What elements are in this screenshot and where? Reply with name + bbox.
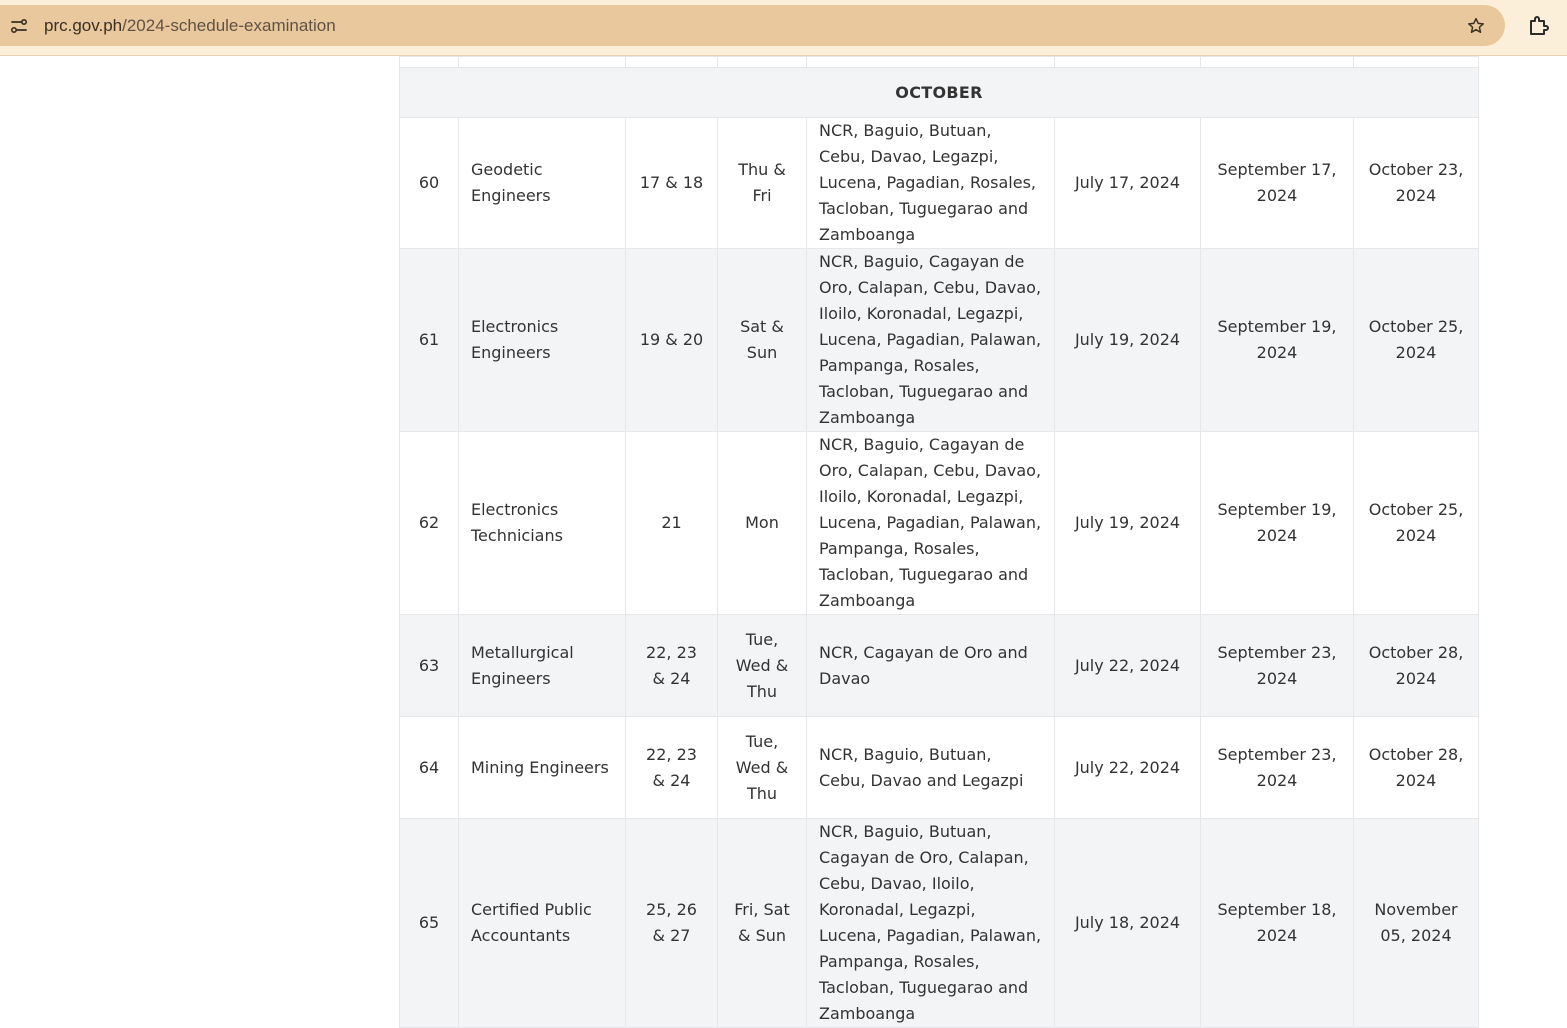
filing-deadline-cell: July 17, 2024	[1054, 117, 1201, 249]
profession-cell: Certified Public Accountants	[458, 818, 626, 1028]
results-release-cell: October 28, 2024	[1353, 614, 1479, 717]
row-number: 61	[399, 248, 459, 432]
exam-days-cell: Tue, Wed & Thu	[717, 716, 807, 819]
profession-cell: Metallurgical Engineers	[458, 614, 626, 717]
url-domain: prc.gov.ph	[44, 15, 123, 35]
row-number: 65	[399, 818, 459, 1028]
previous-row-tail	[399, 56, 1479, 68]
table-row: 64 Mining Engineers 22, 23 & 24 Tue, Wed & …	[399, 716, 1479, 819]
star-icon[interactable]	[1465, 15, 1487, 37]
filing-deadline-cell: July 22, 2024	[1054, 716, 1201, 819]
venues-cell: NCR, Cagayan de Oro and Davao	[806, 614, 1055, 717]
browser-toolbar: prc.gov.ph/2024-schedule-examination	[0, 0, 1567, 56]
address-bar[interactable]: prc.gov.ph/2024-schedule-examination	[0, 5, 1505, 46]
exam-dates-cell: 21	[625, 431, 718, 615]
month-label: OCTOBER	[399, 67, 1479, 118]
exam-days-cell: Thu & Fri	[717, 117, 807, 249]
deadline-cell: September 17, 2024	[1200, 117, 1354, 249]
table-row: 63 Metallurgical Engineers 22, 23 & 24 Tue,…	[399, 614, 1479, 717]
exam-days-cell: Tue, Wed & Thu	[717, 614, 807, 717]
profession-cell: Mining Engineers	[458, 716, 626, 819]
filing-deadline-cell: July 22, 2024	[1054, 614, 1201, 717]
tune-icon[interactable]	[9, 16, 29, 36]
row-number: 64	[399, 716, 459, 819]
profession-cell: Geodetic Engineers	[458, 117, 626, 249]
deadline-cell: September 23, 2024	[1200, 614, 1354, 717]
exam-dates-cell: 22, 23 & 24	[625, 614, 718, 717]
results-release-cell: October 25, 2024	[1353, 431, 1479, 615]
url-path: /2024-schedule-examination	[122, 15, 336, 35]
results-release-cell: October 23, 2024	[1353, 117, 1479, 249]
deadline-cell: September 23, 2024	[1200, 716, 1354, 819]
row-number: 62	[399, 431, 459, 615]
exam-dates-cell: 22, 23 & 24	[625, 716, 718, 819]
exam-dates-cell: 25, 26 & 27	[625, 818, 718, 1028]
exam-days-cell: Sat & Sun	[717, 248, 807, 432]
url-text[interactable]: prc.gov.ph/2024-schedule-examination	[44, 16, 336, 36]
profession-cell: Electronics Engineers	[458, 248, 626, 432]
results-release-cell: November 05, 2024	[1353, 818, 1479, 1028]
venues-cell: NCR, Baguio, Butuan, Cebu, Davao and Leg…	[806, 716, 1055, 819]
venues-cell: NCR, Baguio, Butuan, Cebu, Davao, Legazp…	[806, 117, 1055, 249]
table-row: 65 Certified Public Accountants 25, 26 & 2…	[399, 818, 1479, 1028]
row-number: 63	[399, 614, 459, 717]
filing-deadline-cell: July 19, 2024	[1054, 248, 1201, 432]
table-row: 60 Geodetic Engineers 17 & 18 Thu & Fri NCR,…	[399, 117, 1479, 249]
venues-cell: NCR, Baguio, Cagayan de Oro, Calapan, Ce…	[806, 248, 1055, 432]
exam-days-cell: Fri, Sat & Sun	[717, 818, 807, 1028]
exam-dates-cell: 19 & 20	[625, 248, 718, 432]
deadline-cell: September 18, 2024	[1200, 818, 1354, 1028]
filing-deadline-cell: July 19, 2024	[1054, 431, 1201, 615]
deadline-cell: September 19, 2024	[1200, 431, 1354, 615]
row-number: 60	[399, 117, 459, 249]
table-row: 62 Electronics Technicians 21 Mon NCR, Bagui…	[399, 431, 1479, 615]
exam-schedule-table: OCTOBER 60 Geodetic Engineers 17 & 18 Thu &…	[399, 56, 1479, 1028]
puzzle-icon[interactable]	[1527, 13, 1551, 37]
venues-cell: NCR, Baguio, Cagayan de Oro, Calapan, Ce…	[806, 431, 1055, 615]
results-release-cell: October 25, 2024	[1353, 248, 1479, 432]
exam-days-cell: Mon	[717, 431, 807, 615]
deadline-cell: September 19, 2024	[1200, 248, 1354, 432]
exam-dates-cell: 17 & 18	[625, 117, 718, 249]
table-row: 61 Electronics Engineers 19 & 20 Sat & Sun N…	[399, 248, 1479, 432]
venues-cell: NCR, Baguio, Butuan, Cagayan de Oro, Cal…	[806, 818, 1055, 1028]
profession-cell: Electronics Technicians	[458, 431, 626, 615]
filing-deadline-cell: July 18, 2024	[1054, 818, 1201, 1028]
results-release-cell: October 28, 2024	[1353, 716, 1479, 819]
month-header-row: OCTOBER	[399, 67, 1479, 118]
